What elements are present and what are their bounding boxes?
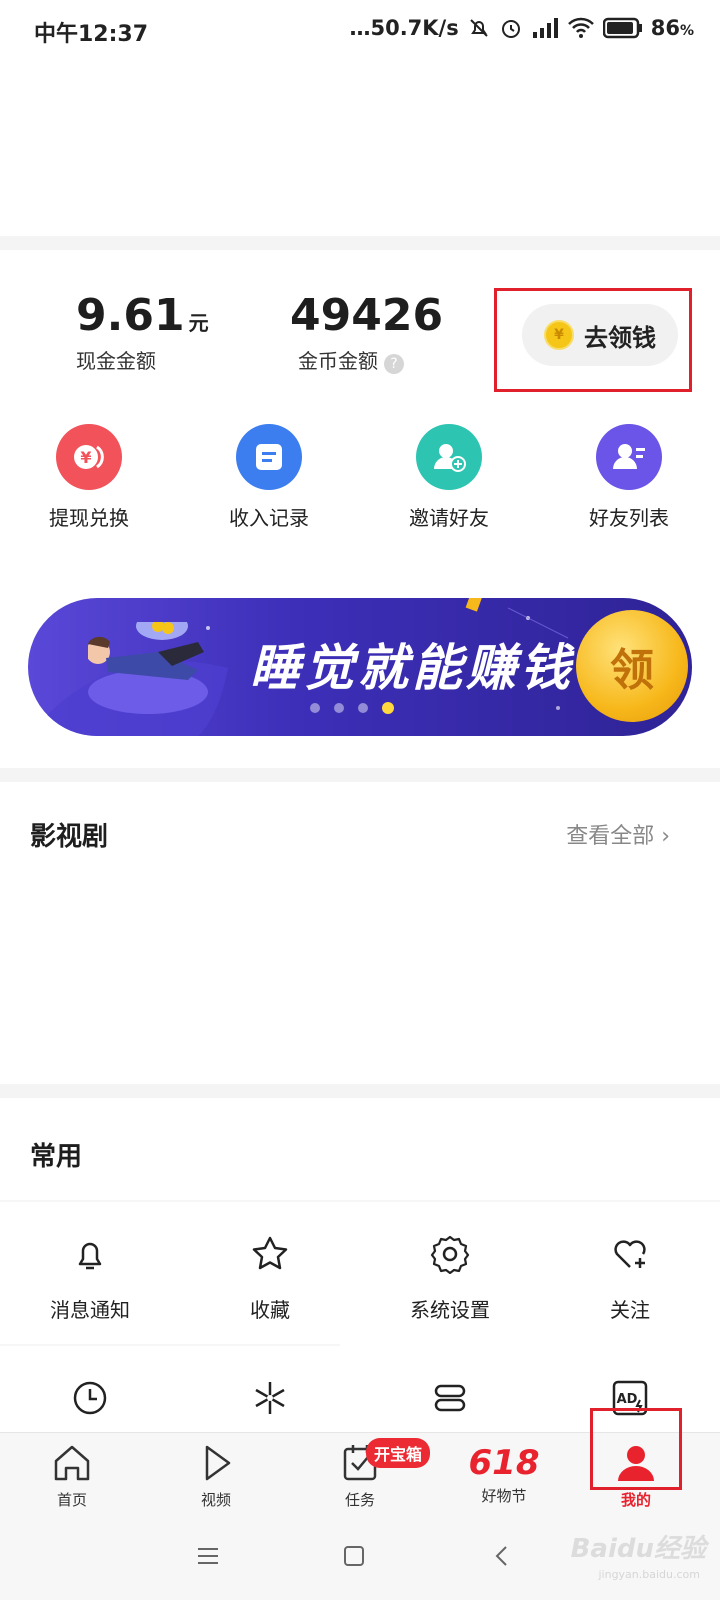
svg-text:AD: AD (617, 1392, 638, 1407)
cash-value: 9.61 (76, 290, 185, 341)
common-item-label: 消息通知 (50, 1298, 130, 1322)
coin-value: 49426 (290, 290, 444, 341)
banner-pager (310, 702, 394, 714)
menu-icon[interactable] (196, 1544, 220, 1568)
section-divider (0, 1084, 720, 1098)
bell-icon (78, 1242, 102, 1270)
pager-dot (310, 703, 320, 713)
banner-title: 睡觉就能赚钱 (250, 639, 574, 697)
nav-home[interactable]: 首页 (22, 1443, 122, 1510)
common-item-label: 关注 (610, 1298, 650, 1322)
coin-balance[interactable]: 49426 金币金额? (290, 290, 443, 374)
promo-banner[interactable]: 睡觉就能赚钱 领 (28, 598, 692, 736)
play-icon (205, 1445, 231, 1481)
coin-icon: ¥ (544, 320, 574, 350)
quick-action-label: 收入记录 (229, 506, 309, 530)
cash-unit: 元 (188, 311, 209, 335)
invite-friend-icon (416, 424, 482, 490)
drama-section-title: 影视剧 (30, 822, 109, 852)
section-divider (0, 768, 720, 782)
nav-618-festival[interactable]: 618 好物节 (454, 1443, 554, 1506)
gear-icon (430, 1235, 470, 1275)
divider (0, 1344, 340, 1346)
battery-level: 86% (650, 16, 694, 40)
quick-action-invite[interactable]: 邀请好友 (374, 424, 524, 531)
mute-icon (470, 19, 488, 37)
withdraw-icon: ¥ (56, 424, 122, 490)
cash-label: 现金金额 (76, 349, 156, 373)
quick-action-label: 邀请好友 (409, 506, 489, 530)
common-item-cards[interactable] (360, 1378, 540, 1422)
watermark-url: jingyan.baidu.com (598, 1568, 700, 1581)
common-item-history[interactable] (0, 1378, 180, 1422)
friend-list-icon (596, 424, 662, 490)
sleeping-person-illustration (86, 612, 208, 718)
cash-balance[interactable]: 9.61 元 现金金额 (76, 290, 209, 374)
svg-text:¥: ¥ (80, 448, 91, 467)
common-item-follow[interactable]: 关注 (540, 1234, 720, 1323)
network-speed: …50.7K/s (349, 16, 459, 40)
highlight-frame (590, 1408, 682, 1490)
quick-action-withdraw[interactable]: ¥ 提现兑换 (14, 424, 164, 531)
section-divider (0, 236, 720, 250)
watermark-logo: Baidu经验 (570, 1534, 706, 1564)
common-item-favorites[interactable]: 收藏 (180, 1234, 360, 1323)
coin-label: 金币金额 (298, 349, 378, 373)
status-time: 中午12:37 (34, 22, 149, 47)
nav-label-active: 我的 (620, 1491, 651, 1509)
quick-action-income-record[interactable]: 收入记录 (194, 424, 344, 531)
record-icon (236, 424, 302, 490)
quick-action-label: 好友列表 (589, 506, 669, 530)
common-item-notifications[interactable]: 消息通知 (0, 1234, 180, 1323)
status-indicators: …50.7K/s 86% (349, 16, 694, 40)
back-icon[interactable] (490, 1544, 514, 1568)
see-all-link[interactable]: 查看全部 › (566, 818, 670, 850)
nav-label: 首页 (56, 1491, 87, 1509)
nav-video[interactable]: 视频 (166, 1443, 266, 1510)
status-bar: 中午12:37 …50.7K/s 86% (0, 0, 720, 64)
help-icon[interactable]: ? (384, 353, 404, 374)
common-item-settings[interactable]: 系统设置 (360, 1234, 540, 1323)
618-icon: 618 (468, 1443, 540, 1483)
nav-label: 任务 (344, 1491, 375, 1509)
pager-dot (334, 703, 344, 713)
battery-icon (602, 17, 642, 39)
pager-dot-active (382, 702, 394, 714)
pager-dot (358, 703, 368, 713)
home-icon (54, 1445, 90, 1481)
clock-icon (73, 1381, 107, 1415)
claim-label: 去领钱 (584, 323, 656, 352)
common-item-label: 收藏 (250, 1298, 290, 1322)
star-icon (252, 1236, 288, 1270)
card-stack-icon (434, 1384, 466, 1412)
nav-label: 好物节 (481, 1487, 527, 1505)
common-item-label: 系统设置 (410, 1298, 490, 1322)
sparkle-icon (255, 1382, 285, 1414)
wifi-icon (567, 17, 594, 38)
alarm-icon (501, 20, 520, 38)
quick-action-friend-list[interactable]: 好友列表 (554, 424, 704, 531)
divider (0, 1200, 720, 1202)
banner-coin-icon: 领 (576, 610, 688, 722)
home-square-icon[interactable] (342, 1544, 366, 1568)
task-badge: 开宝箱 (366, 1438, 431, 1468)
heart-plus-icon (614, 1240, 646, 1268)
nav-label: 视频 (200, 1491, 231, 1509)
claim-money-button[interactable]: ¥ 去领钱 (522, 304, 678, 366)
signal-icon (532, 18, 558, 38)
common-item-sparkle[interactable] (180, 1378, 360, 1422)
common-section-title: 常用 (30, 1142, 83, 1172)
quick-action-label: 提现兑换 (49, 506, 129, 530)
